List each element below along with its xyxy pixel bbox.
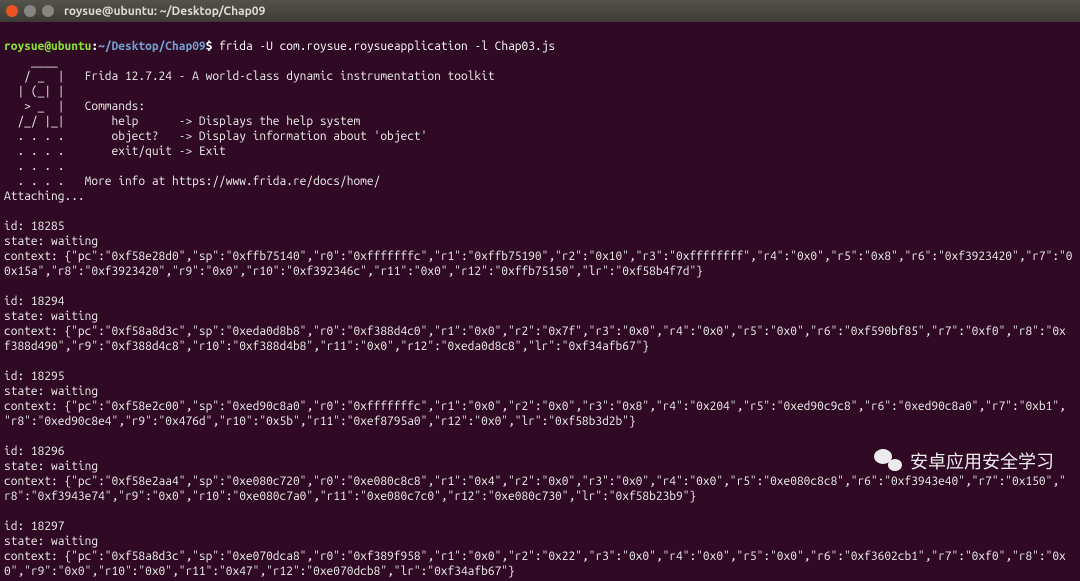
banner-line: . . . . object? -> Display information a…: [4, 130, 427, 143]
command-text: frida -U com.roysue.roysueapplication -l…: [219, 40, 555, 53]
thread-state: state: waiting: [4, 385, 98, 398]
terminal-output[interactable]: roysue@ubuntu:~/Desktop/Chap09$ frida -U…: [0, 22, 1080, 581]
thread-context: context: {"pc":"0xf58e2aa4","sp":"0xe080…: [4, 475, 1066, 488]
banner-line: . . . . exit/quit -> Exit: [4, 145, 226, 158]
thread-state: state: waiting: [4, 535, 98, 548]
banner-line: / _ | Frida 12.7.24 - A world-class dyna…: [4, 70, 495, 83]
thread-id: id: 18285: [4, 220, 64, 233]
maximize-icon[interactable]: [42, 5, 54, 17]
thread-id: id: 18297: [4, 520, 64, 533]
window-titlebar: roysue@ubuntu: ~/Desktop/Chap09: [0, 0, 1080, 22]
thread-id: id: 18294: [4, 295, 64, 308]
thread-id: id: 18296: [4, 445, 64, 458]
wechat-icon: [874, 449, 902, 473]
thread-context: f388d490","r9":"0xf388d4c8","r10":"0xf38…: [4, 340, 649, 353]
banner-line: /_/ |_| help -> Displays the help system: [4, 115, 360, 128]
thread-state: state: waiting: [4, 310, 98, 323]
banner-line: ____: [4, 55, 58, 68]
thread-context: context: {"pc":"0xf58a8d3c","sp":"0xe070…: [4, 550, 1066, 563]
minimize-icon[interactable]: [24, 5, 36, 17]
thread-state: state: waiting: [4, 460, 98, 473]
banner-line: . . . . More info at https://www.frida.r…: [4, 175, 380, 188]
thread-context: "r8":"0xed90c8e4","r9":"0x476d","r10":"0…: [4, 415, 636, 428]
thread-context: 0","r9":"0x0","r10":"0x0","r11":"0x47","…: [4, 565, 515, 578]
thread-context: r8":"0xf3943e74","r9":"0x0","r10":"0xe08…: [4, 490, 696, 503]
thread-context: 0x15a","r8":"0xf3923420","r9":"0x0","r10…: [4, 265, 703, 278]
window-title: roysue@ubuntu: ~/Desktop/Chap09: [64, 5, 265, 18]
watermark: 安卓应用安全学习: [874, 448, 1054, 474]
attaching-line: Attaching...: [4, 190, 85, 203]
close-icon[interactable]: [6, 5, 18, 17]
thread-id: id: 18295: [4, 370, 64, 383]
thread-context: context: {"pc":"0xf58e2c00","sp":"0xed90…: [4, 400, 1066, 413]
thread-context: context: {"pc":"0xf58a8d3c","sp":"0xeda0…: [4, 325, 1066, 338]
banner-line: > _ | Commands:: [4, 100, 145, 113]
prompt-path: ~/Desktop/Chap09: [98, 40, 206, 53]
thread-state: state: waiting: [4, 235, 98, 248]
prompt-dollar: $: [206, 40, 213, 53]
watermark-text: 安卓应用安全学习: [910, 448, 1054, 474]
window-controls: [6, 5, 54, 17]
prompt-userhost: roysue@ubuntu: [4, 40, 91, 53]
banner-line: . . . .: [4, 160, 64, 173]
thread-context: context: {"pc":"0xf58e28d0","sp":"0xffb7…: [4, 250, 1073, 263]
banner-line: | (_| |: [4, 85, 64, 98]
